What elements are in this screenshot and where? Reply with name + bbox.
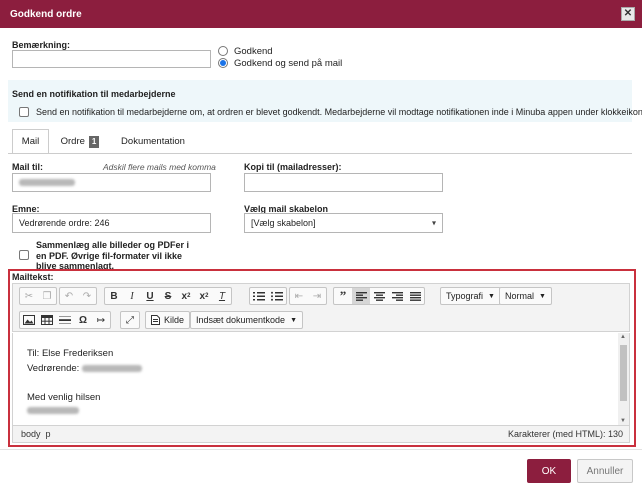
mail-to-hint: Adskil flere mails med komma — [103, 162, 216, 172]
content-line-signature — [27, 405, 79, 416]
numbered-list-icon[interactable] — [250, 288, 268, 304]
insert-document-code-dropdown[interactable]: Indsæt dokumentkode ▼ — [190, 311, 303, 329]
table-icon[interactable] — [38, 312, 56, 328]
merge-checkbox[interactable] — [19, 250, 29, 260]
strikethrough-icon[interactable]: S — [159, 288, 177, 304]
align-right-icon[interactable] — [388, 288, 406, 304]
indent-group: ⇤ ⇥ — [289, 287, 327, 305]
bullet-list-icon[interactable] — [268, 288, 286, 304]
align-center-icon[interactable] — [370, 288, 388, 304]
remark-textarea[interactable] — [12, 50, 211, 68]
mail-to-redacted — [19, 179, 75, 186]
ok-button[interactable]: OK — [527, 459, 571, 483]
list-group — [249, 287, 287, 305]
chevron-down-icon: ▼ — [539, 292, 546, 300]
merge-checkbox-label: Sammenlæg alle billeder og PDFer i en PD… — [36, 240, 190, 271]
italic-icon[interactable]: I — [123, 288, 141, 304]
radio-godkend-send-label: Godkend og send på mail — [234, 58, 343, 69]
format-label: Normal — [505, 291, 535, 301]
image-icon[interactable] — [20, 312, 38, 328]
maximize-icon[interactable]: ⤢ — [121, 312, 139, 328]
close-icon[interactable]: ✕ — [621, 7, 635, 21]
indent-icon[interactable]: ⇥ — [308, 288, 326, 304]
omega-icon[interactable]: Ω — [74, 312, 92, 328]
copy-icon[interactable]: ❐ — [38, 288, 56, 304]
align-justify-icon[interactable] — [406, 288, 424, 304]
remove-format-icon[interactable]: T — [213, 288, 231, 304]
cancel-button[interactable]: Annuller — [577, 459, 633, 483]
underline-icon[interactable]: U — [141, 288, 159, 304]
scroll-up-icon[interactable]: ▲ — [620, 334, 626, 340]
radio-godkend-label: Godkend — [234, 46, 273, 57]
maximize-group: ⤢ — [120, 311, 140, 329]
align-group: ” — [333, 287, 425, 305]
format-group: B I U S x2 x2 T — [104, 287, 232, 305]
character-count: Karakterer (med HTML): 130 — [507, 429, 623, 439]
undo-group: ↶ ↷ — [59, 287, 97, 305]
content-line-subject: Vedrørende: — [27, 363, 142, 374]
cut-icon[interactable]: ✂ — [20, 288, 38, 304]
blockquote-icon[interactable]: ” — [334, 288, 352, 304]
remark-label: Bemærkning: — [12, 40, 71, 50]
insert-document-code-label: Indsæt dokumentkode — [196, 315, 286, 325]
subscript-icon[interactable]: x2 — [177, 288, 195, 304]
tab-mail[interactable]: Mail — [12, 129, 49, 154]
editor-scrollbar[interactable]: ▲ ▼ — [618, 333, 629, 425]
radio-godkend[interactable] — [218, 46, 228, 56]
cc-input[interactable] — [244, 173, 443, 192]
source-label: Kilde — [164, 315, 185, 325]
scroll-down-icon[interactable]: ▼ — [620, 418, 626, 424]
editor-content[interactable]: Til: Else Frederiksen Vedrørende: Med ve… — [12, 333, 630, 425]
content-line-recipient: Til: Else Frederiksen — [27, 348, 114, 359]
typografi-dropdown[interactable]: Typografi ▼ — [440, 287, 501, 305]
tab-ordre-label: Ordre — [60, 136, 85, 147]
cc-label: Kopi til (mailadresser): — [244, 162, 342, 172]
format-dropdown[interactable]: Normal ▼ — [499, 287, 552, 305]
tab-dokumentation[interactable]: Dokumentation — [113, 129, 193, 154]
notification-heading: Send en notifikation til medarbejderne — [12, 89, 176, 99]
align-left-icon[interactable] — [352, 288, 370, 304]
template-select-value: [Vælg skabelon] — [251, 218, 316, 228]
dialog-title: Godkend ordre — [10, 8, 82, 20]
page-break-icon[interactable]: ↦ — [92, 312, 110, 328]
footer-divider — [0, 449, 642, 450]
tab-ordre-badge: 1 — [88, 135, 100, 148]
source-button[interactable]: Kilde — [145, 311, 191, 329]
chevron-down-icon: ▼ — [488, 292, 495, 300]
mail-to-input[interactable] — [12, 173, 211, 192]
signature-redacted — [27, 406, 79, 414]
chevron-down-icon: ▼ — [290, 316, 297, 324]
undo-icon[interactable]: ↶ — [60, 288, 78, 304]
mail-text-label: Mailtekst: — [12, 272, 54, 282]
notification-checkbox-label: Send en notifikation til medarbejderne o… — [36, 107, 642, 117]
scrollbar-thumb[interactable] — [620, 345, 627, 401]
insert-group: Ω ↦ — [19, 311, 111, 329]
horizontal-line-icon[interactable] — [56, 312, 74, 328]
content-redacted — [81, 364, 142, 372]
tab-dokumentation-label: Dokumentation — [121, 136, 185, 147]
element-path[interactable]: body p — [21, 429, 51, 439]
template-select[interactable]: [Vælg skabelon] ▾ — [244, 213, 443, 233]
editor-statusbar: body p Karakterer (med HTML): 130 — [12, 425, 630, 443]
bold-icon[interactable]: B — [105, 288, 123, 304]
chevron-down-icon: ▾ — [431, 218, 436, 228]
typografi-label: Typografi — [446, 291, 484, 301]
tab-ordre[interactable]: Ordre 1 — [55, 129, 105, 154]
dialog-titlebar: Godkend ordre — [0, 0, 642, 28]
content-line-greeting: Med venlig hilsen — [27, 392, 101, 403]
outdent-icon[interactable]: ⇤ — [290, 288, 308, 304]
notification-checkbox[interactable] — [19, 107, 29, 117]
superscript-icon[interactable]: x2 — [195, 288, 213, 304]
radio-godkend-send[interactable] — [218, 58, 228, 68]
subject-input[interactable]: Vedrørende ordre: 246 — [12, 213, 211, 233]
redo-icon[interactable]: ↷ — [78, 288, 96, 304]
tab-divider — [8, 153, 632, 154]
tab-mail-label: Mail — [21, 136, 40, 147]
mail-to-label: Mail til: — [12, 162, 43, 172]
document-icon — [151, 315, 160, 325]
clipboard-group: ✂ ❐ — [19, 287, 57, 305]
